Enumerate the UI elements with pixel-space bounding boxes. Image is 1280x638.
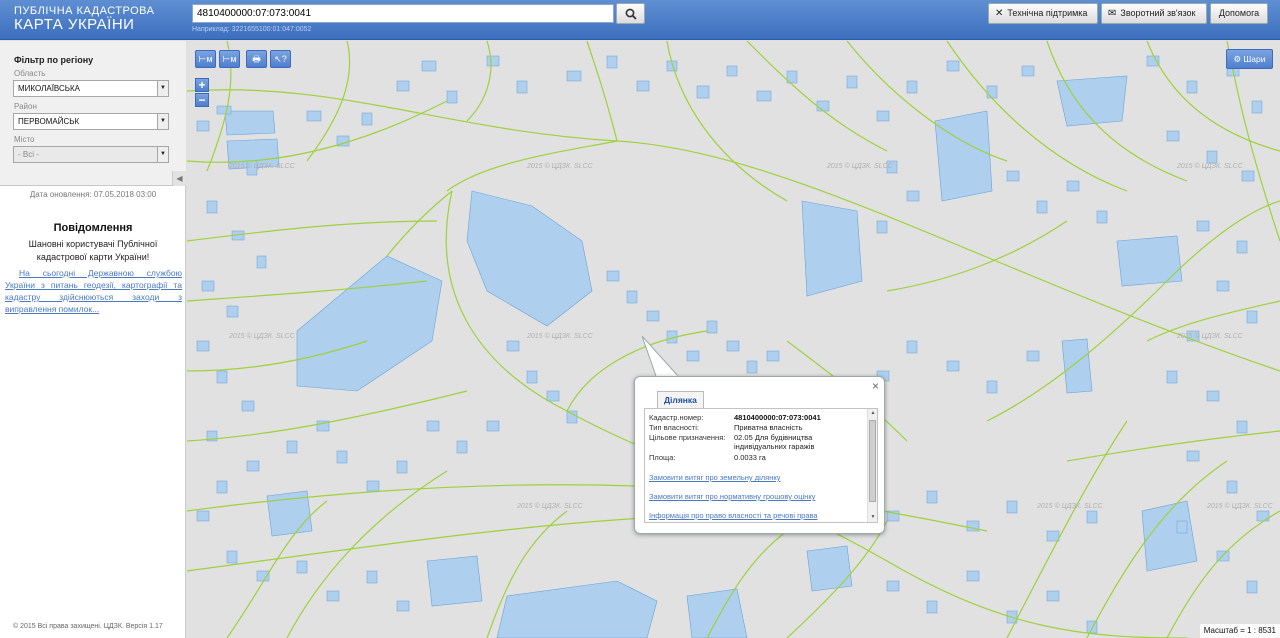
- chevron-down-icon: ▼: [157, 81, 168, 96]
- help-button[interactable]: Допомога: [1210, 3, 1268, 24]
- map-watermark: 2015 © ЦДЗК. SLCC: [527, 333, 593, 340]
- print-button[interactable]: 🖶: [246, 50, 267, 68]
- field-label-ownership: Тип власності:: [649, 423, 699, 432]
- city-select[interactable]: - Всі - ▼: [13, 146, 169, 163]
- news-greeting: Шановні користувачі Публічної кадастрово…: [28, 239, 158, 262]
- scroll-thumb[interactable]: [869, 420, 876, 502]
- help-label: Допомога: [1218, 8, 1260, 18]
- sidebar: Фільтр по регіону Область МИКОЛАЇВСЬКА ▼…: [0, 41, 186, 638]
- map-watermark: 2015 © ЦДЗК. SLCC: [229, 163, 295, 170]
- area-ruler-icon: ⊢м: [222, 54, 237, 64]
- layers-button[interactable]: ⚙ Шари: [1226, 49, 1273, 69]
- measure-area-button[interactable]: ⊢м: [219, 50, 240, 68]
- field-value-area: 0.0033 га: [734, 453, 766, 462]
- chevron-left-icon: ◀: [176, 174, 183, 183]
- cadastral-map[interactable]: 2015 © ЦДЗК. SLCC 2015 © ЦДЗК. SLCC 2015…: [187, 41, 1280, 638]
- feedback-button[interactable]: ✉ Зворотний зв'язок: [1101, 3, 1207, 24]
- support-button[interactable]: ✕ Технічна підтримка: [988, 3, 1098, 24]
- map-watermark: 2015 © ЦДЗК. SLCC: [1037, 503, 1103, 510]
- news-title: Повідомлення: [53, 222, 133, 234]
- ruler-icon: ⊢м: [198, 54, 213, 64]
- copyright: © 2015 Всі права захищені. ЦДЗК. Версія …: [13, 623, 163, 630]
- app-header: ПУБЛІЧНА КАДАСТРОВА КАРТА УКРАЇНИ Наприк…: [0, 0, 1280, 40]
- map-scale: Масштаб = 1 : 8531: [1199, 624, 1280, 638]
- district-select[interactable]: ПЕРВОМАЙСЬК ▼: [13, 113, 169, 130]
- district-label: Район: [14, 102, 37, 111]
- logo-line2[interactable]: КАРТА УКРАЇНИ: [14, 16, 134, 33]
- city-label: Місто: [14, 135, 35, 144]
- update-date: Дата оновлення: 07.05.2018 03:00: [29, 190, 157, 199]
- map-watermark: 2015 © ЦДЗК. SLCC: [1177, 333, 1243, 340]
- zoom-out-button[interactable]: −: [195, 93, 209, 107]
- map-watermark: 2015 © ЦДЗК. SLCC: [1177, 163, 1243, 170]
- city-value: - Всі -: [18, 150, 39, 159]
- tools-icon: ✕: [995, 8, 1004, 19]
- ownership-info-link[interactable]: Інформація про право власності та речові…: [649, 511, 818, 520]
- search-button[interactable]: [616, 3, 645, 24]
- popup-scrollbar[interactable]: ▲ ▼: [867, 409, 877, 522]
- map-watermark: 2015 © ЦДЗК. SLCC: [517, 503, 583, 510]
- field-value-purpose: 02.05 Для будівництва індивідуальних гар…: [734, 433, 815, 451]
- map-watermark: 2015 © ЦДЗК. SLCC: [527, 163, 593, 170]
- zoom-in-button[interactable]: +: [195, 78, 209, 92]
- field-value-cadastral: 4810400000:07:073:0041: [734, 413, 821, 422]
- order-valuation-extract-link[interactable]: Замовити витяг про нормативну грошову оц…: [649, 492, 815, 501]
- scroll-down-icon[interactable]: ▼: [868, 513, 877, 522]
- filter-title: Фільтр по регіону: [14, 55, 94, 65]
- district-value: ПЕРВОМАЙСЬК: [18, 117, 80, 126]
- minus-icon: −: [198, 93, 206, 107]
- envelope-icon: ✉: [1108, 8, 1117, 19]
- parcel-info-popup: × Ділянка Кадастр.номер: 4810400000:07:0…: [634, 376, 885, 534]
- map-watermark: 2015 © ЦДЗК. SLCC: [827, 163, 893, 170]
- popup-body: Кадастр.номер: 4810400000:07:073:0041 Ти…: [644, 408, 878, 523]
- map-watermark: 2015 © ЦДЗК. SLCC: [1207, 503, 1273, 510]
- collapse-sidebar-button[interactable]: ◀: [172, 171, 186, 186]
- cursor-question-icon: ↖?: [274, 54, 287, 64]
- search-input[interactable]: [192, 4, 614, 23]
- collapse-bar: ◀: [0, 171, 186, 186]
- field-label-area: Площа:: [649, 453, 676, 462]
- region-label: Область: [14, 69, 46, 78]
- layers-label: Шари: [1243, 54, 1266, 64]
- region-select[interactable]: МИКОЛАЇВСЬКА ▼: [13, 80, 169, 97]
- field-label-purpose: Цільове призначення:: [649, 433, 726, 442]
- chevron-down-icon: ▼: [157, 147, 168, 162]
- field-value-ownership: Приватна власність: [734, 423, 803, 432]
- support-label: Технічна підтримка: [1007, 8, 1088, 18]
- popup-tail: [642, 336, 680, 378]
- measure-distance-button[interactable]: ⊢м: [195, 50, 216, 68]
- chevron-down-icon: ▼: [157, 114, 168, 129]
- region-filter-panel: Фільтр по регіону Область МИКОЛАЇВСЬКА ▼…: [0, 41, 186, 186]
- search-icon: [625, 8, 637, 20]
- field-label-cadastral: Кадастр.номер:: [649, 413, 704, 422]
- plus-icon: +: [198, 78, 206, 92]
- print-icon: 🖶: [252, 54, 261, 64]
- scroll-up-icon[interactable]: ▲: [868, 409, 877, 418]
- news-link[interactable]: На сьогодні Державною службою України з …: [5, 267, 182, 315]
- order-parcel-extract-link[interactable]: Замовити витяг про земельну ділянку: [649, 473, 781, 482]
- search-hint: Наприклад: 3221655100:01:047:0052: [192, 26, 312, 33]
- map-watermark: 2015 © ЦДЗК. SLCC: [229, 333, 295, 340]
- tab-parcel[interactable]: Ділянка: [657, 391, 704, 408]
- gear-icon: ⚙: [1233, 54, 1242, 64]
- identify-button[interactable]: ↖?: [270, 50, 291, 68]
- map-canvas[interactable]: [187, 41, 1280, 638]
- feedback-label: Зворотний зв'язок: [1120, 8, 1196, 18]
- region-value: МИКОЛАЇВСЬКА: [18, 84, 81, 93]
- close-icon[interactable]: ×: [872, 379, 879, 393]
